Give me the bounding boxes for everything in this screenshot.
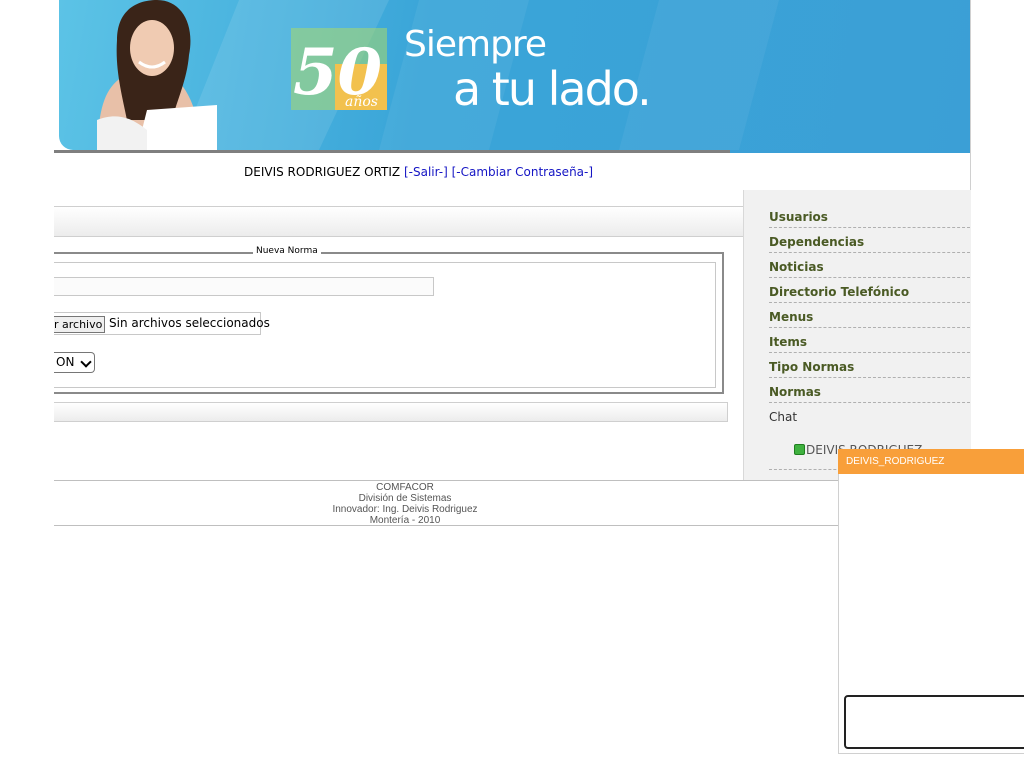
sidebar-item-menus[interactable]: Menus [769, 304, 970, 328]
logout-link[interactable]: [-Salir-] [404, 165, 448, 179]
sidebar-item-directorio[interactable]: Directorio Telefónico [769, 279, 970, 303]
sidebar-item-dependencias[interactable]: Dependencias [769, 229, 970, 253]
banner-divider-right [730, 150, 971, 153]
footer-divider-top [54, 480, 839, 481]
slogan-line-2: a tu lado. [453, 62, 652, 116]
footer-company: COMFACOR [376, 482, 434, 493]
file-status-text: Sin archivos seleccionados [109, 316, 270, 330]
50-years-logo: 50 años [291, 28, 387, 110]
footer-division: División de Sistemas [358, 493, 452, 504]
sidebar-item-normas[interactable]: Normas [769, 379, 970, 403]
banner-divider [54, 150, 730, 153]
chat-message-input[interactable] [844, 695, 1024, 749]
user-session-bar: DEIVIS RODRIGUEZ ORTIZ [-Salir-] [-Cambi… [244, 165, 593, 179]
form-footer-bar [54, 402, 728, 422]
footer-divider-bottom [54, 525, 839, 526]
chat-window-header[interactable]: DEIVIS_RODRIGUEZ [838, 449, 1024, 474]
header-banner: 50 años Siempre a tu lado. [59, 0, 971, 150]
svg-text:años: años [345, 94, 378, 110]
fieldset-legend: Nueva Norma [253, 246, 321, 256]
select-value: ON [56, 355, 75, 369]
chevron-down-icon [80, 356, 92, 368]
slogan-line-1: Siempre [404, 24, 547, 65]
change-password-link[interactable]: [-Cambiar Contraseña-] [452, 165, 593, 179]
sidebar-item-noticias[interactable]: Noticias [769, 254, 970, 278]
footer-author: Innovador: Ing. Deivis Rodriguez [332, 504, 478, 515]
sidebar-item-items[interactable]: Items [769, 329, 970, 353]
form-header-bar [54, 206, 743, 237]
logo-graphic: 50 años [291, 28, 387, 110]
sidebar-item-tipo-normas[interactable]: Tipo Normas [769, 354, 970, 378]
banner-woman-photo [97, 0, 217, 150]
norm-name-input[interactable] [54, 277, 434, 296]
choose-file-button[interactable]: r archivo [54, 316, 105, 333]
norm-type-select[interactable]: ON [54, 352, 95, 373]
chat-section-label: Chat [769, 410, 798, 424]
online-status-icon [794, 444, 805, 455]
page-footer: COMFACOR División de Sistemas Innovador:… [54, 482, 756, 526]
user-name: DEIVIS RODRIGUEZ ORTIZ [244, 165, 401, 179]
sidebar-item-usuarios[interactable]: Usuarios [769, 204, 970, 228]
